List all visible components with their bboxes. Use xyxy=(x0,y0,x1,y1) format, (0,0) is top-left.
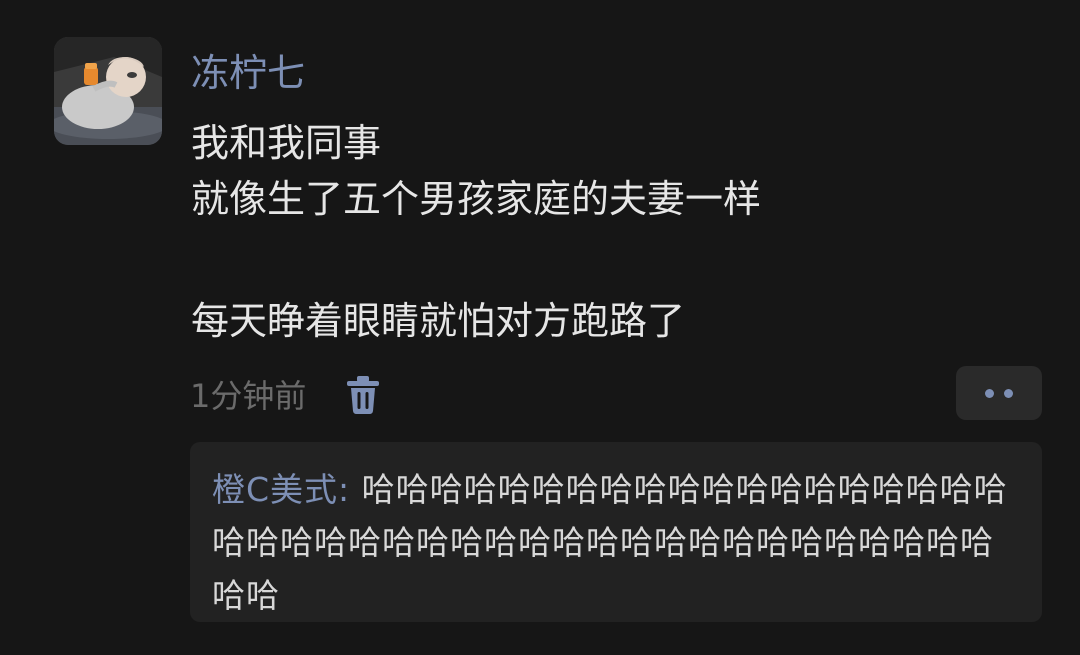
avatar[interactable] xyxy=(54,37,162,145)
post-timestamp: 1分钟前 xyxy=(190,377,307,415)
post-text-line: 每天睁着眼睛就怕对方跑路了 xyxy=(191,299,686,343)
delete-button[interactable] xyxy=(346,376,380,414)
post-content: 我和我同事 就像生了五个男孩家庭的夫妻一样 每天睁着眼睛就怕对方跑路了 xyxy=(191,115,1051,349)
reply-author-name[interactable]: 橙C美式 xyxy=(212,470,338,509)
post-text-line: 我和我同事 xyxy=(191,121,382,165)
post-text-line: 就像生了五个男孩家庭的夫妻一样 xyxy=(191,177,762,221)
more-dots-icon xyxy=(1004,389,1013,398)
post-paragraph-gap xyxy=(191,227,1051,293)
trash-icon xyxy=(347,376,379,414)
more-dots-icon xyxy=(985,389,994,398)
post-author-name[interactable]: 冻柠七 xyxy=(191,48,305,98)
reply-text: 橙C美式: 哈哈哈哈哈哈哈哈哈哈哈哈哈哈哈哈哈哈哈哈哈哈哈哈哈哈哈哈哈哈哈哈哈哈… xyxy=(212,463,1022,622)
reply-comment[interactable]: 橙C美式: 哈哈哈哈哈哈哈哈哈哈哈哈哈哈哈哈哈哈哈哈哈哈哈哈哈哈哈哈哈哈哈哈哈哈… xyxy=(190,442,1042,622)
more-options-button[interactable] xyxy=(956,366,1042,420)
reply-separator: : xyxy=(338,470,362,509)
avatar-image xyxy=(54,37,162,145)
